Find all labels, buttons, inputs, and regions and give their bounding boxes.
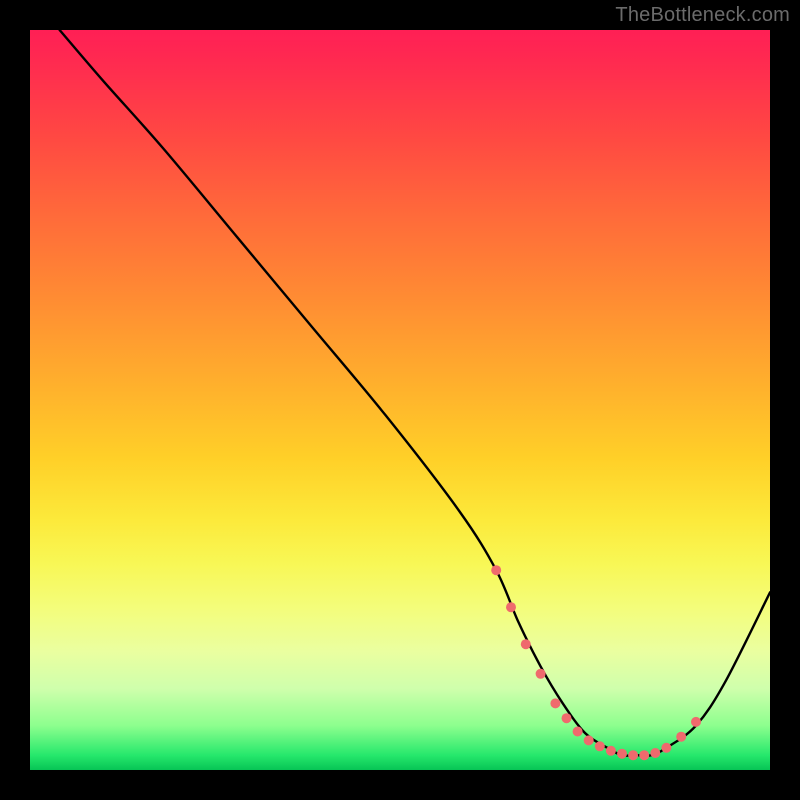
optimal-marker (595, 741, 605, 751)
optimal-marker (584, 735, 594, 745)
chart-stage: TheBottleneck.com (0, 0, 800, 800)
optimal-marker (550, 698, 560, 708)
optimal-marker (573, 727, 583, 737)
optimal-marker (691, 717, 701, 727)
optimal-marker (661, 743, 671, 753)
optimal-marker (562, 713, 572, 723)
optimal-marker (536, 669, 546, 679)
optimal-marker (628, 750, 638, 760)
optimal-marker (650, 748, 660, 758)
optimal-marker (676, 732, 686, 742)
optimal-marker (639, 750, 649, 760)
optimal-marker (617, 749, 627, 759)
optimal-range-markers (491, 565, 701, 760)
optimal-marker (506, 602, 516, 612)
optimal-marker (521, 639, 531, 649)
plot-area (30, 30, 770, 770)
bottleneck-curve (60, 30, 770, 756)
optimal-marker (491, 565, 501, 575)
curve-layer (30, 30, 770, 770)
watermark-text: TheBottleneck.com (615, 4, 790, 27)
optimal-marker (606, 746, 616, 756)
